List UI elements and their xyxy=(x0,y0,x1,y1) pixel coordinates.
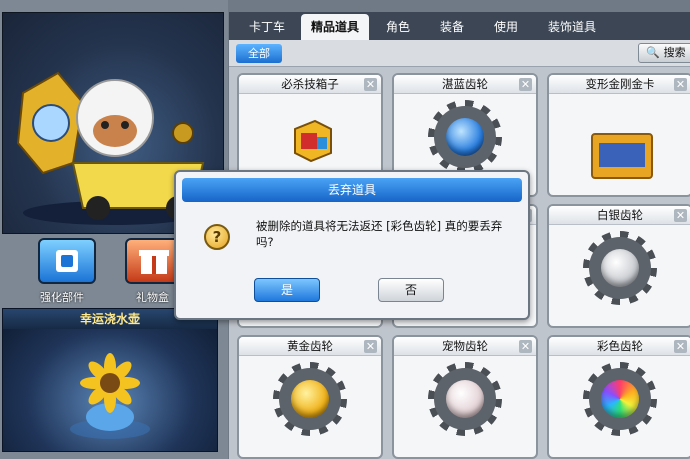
item-card[interactable]: 白银齿轮 ✕ xyxy=(547,204,690,328)
enhance-parts-button[interactable] xyxy=(38,238,96,284)
question-icon: ? xyxy=(204,224,230,250)
filter-bar xyxy=(229,40,690,67)
dialog-title: 丢弃道具 xyxy=(182,178,522,202)
skill-box-icon xyxy=(294,119,332,163)
item-name: 湛蓝齿轮 xyxy=(394,75,536,94)
close-icon[interactable]: ✕ xyxy=(674,209,687,222)
search-icon: 🔍 xyxy=(646,46,661,59)
search-label: 搜索 xyxy=(663,46,686,59)
all-filter-button[interactable]: 全部 xyxy=(236,44,282,63)
close-icon[interactable]: ✕ xyxy=(674,78,687,91)
discard-item-dialog: 丢弃道具 ? 被删除的道具将无法返还 [彩色齿轮] 真的要丢弃吗? 是 否 xyxy=(174,170,530,320)
gift-icon xyxy=(139,250,169,274)
confirm-button[interactable]: 是 xyxy=(254,278,320,302)
rainbow-gear-icon xyxy=(583,362,657,436)
item-card[interactable]: 变形金刚金卡 ✕ xyxy=(547,73,690,197)
item-name: 宠物齿轮 xyxy=(394,337,536,356)
item-name: 必杀技箱子 xyxy=(239,75,381,94)
pet-gear-icon xyxy=(428,362,502,436)
close-icon[interactable]: ✕ xyxy=(674,340,687,353)
cancel-button[interactable]: 否 xyxy=(378,278,444,302)
item-name: 黄金齿轮 xyxy=(239,337,381,356)
close-icon[interactable]: ✕ xyxy=(519,78,532,91)
item-name: 彩色齿轮 xyxy=(549,337,690,356)
tab-decoration-items[interactable]: 装饰道具 xyxy=(533,14,611,40)
item-card[interactable]: 黄金齿轮 ✕ xyxy=(237,335,383,459)
blue-gear-icon xyxy=(428,100,502,174)
close-icon[interactable]: ✕ xyxy=(364,340,377,353)
item-name: 白银齿轮 xyxy=(549,206,690,225)
item-card[interactable]: 宠物齿轮 ✕ xyxy=(392,335,538,459)
gold-card-icon xyxy=(591,133,653,179)
item-name: 变形金刚金卡 xyxy=(549,75,690,94)
tab-use[interactable]: 使用 xyxy=(479,14,533,40)
silver-gear-icon xyxy=(583,231,657,305)
close-icon[interactable]: ✕ xyxy=(364,78,377,91)
gift-box-label: 礼物盒 xyxy=(136,291,169,304)
tab-premium-items[interactable]: 精品道具 xyxy=(301,14,369,40)
enhance-parts-label: 强化部件 xyxy=(40,291,84,304)
tab-kart[interactable]: 卡丁车 xyxy=(235,14,299,40)
sunflower-watering-can-icon xyxy=(70,353,150,439)
search-button[interactable]: 🔍 搜索 xyxy=(638,43,690,63)
tab-equipment[interactable]: 装备 xyxy=(425,14,479,40)
dialog-message: 被删除的道具将无法返还 [彩色齿轮] 真的要丢弃吗? xyxy=(256,219,503,249)
tab-character[interactable]: 角色 xyxy=(371,14,425,40)
wrench-icon xyxy=(56,250,78,272)
category-tab-bar: 卡丁车 精品道具 角色 装备 使用 装饰道具 xyxy=(229,12,690,40)
item-card[interactable]: 彩色齿轮 ✕ xyxy=(547,335,690,459)
close-icon[interactable]: ✕ xyxy=(519,340,532,353)
lucky-watering-can-panel[interactable]: 幸运浇水壶 xyxy=(2,308,218,452)
gold-gear-icon xyxy=(273,362,347,436)
